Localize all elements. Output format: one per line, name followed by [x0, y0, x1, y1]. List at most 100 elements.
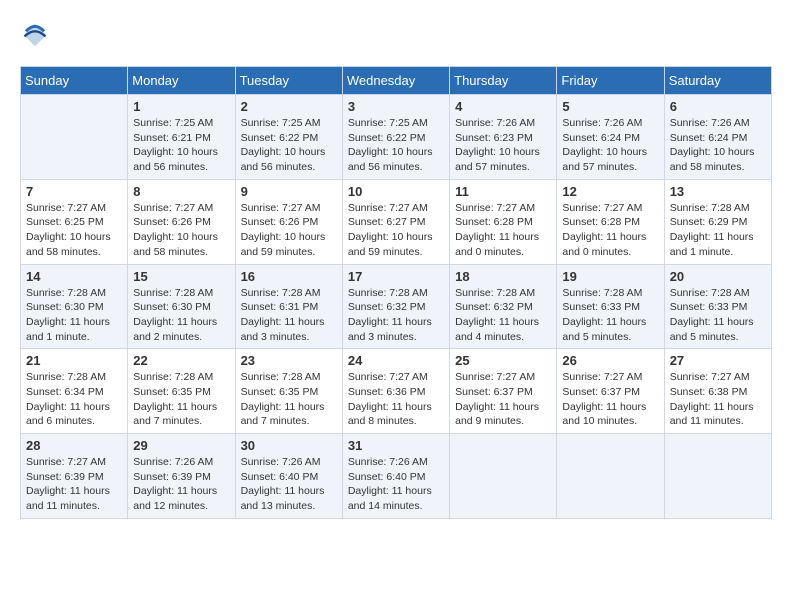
day-number: 13 — [670, 184, 766, 199]
calendar-cell: 4 Sunrise: 7:26 AM Sunset: 6:23 PM Daylig… — [450, 95, 557, 180]
calendar-cell: 27 Sunrise: 7:27 AM Sunset: 6:38 PM Dayli… — [664, 349, 771, 434]
day-number: 17 — [348, 269, 444, 284]
calendar-header: SundayMondayTuesdayWednesdayThursdayFrid… — [21, 67, 772, 95]
day-info: Sunrise: 7:25 AM Sunset: 6:22 PM Dayligh… — [241, 116, 337, 175]
day-number: 18 — [455, 269, 551, 284]
calendar-cell — [557, 434, 664, 519]
calendar-cell: 17 Sunrise: 7:28 AM Sunset: 6:32 PM Dayli… — [342, 264, 449, 349]
day-number: 19 — [562, 269, 658, 284]
day-number: 20 — [670, 269, 766, 284]
day-info: Sunrise: 7:26 AM Sunset: 6:24 PM Dayligh… — [670, 116, 766, 175]
day-number: 1 — [133, 99, 229, 114]
day-info: Sunrise: 7:27 AM Sunset: 6:28 PM Dayligh… — [455, 201, 551, 260]
calendar-cell: 30 Sunrise: 7:26 AM Sunset: 6:40 PM Dayli… — [235, 434, 342, 519]
day-info: Sunrise: 7:27 AM Sunset: 6:39 PM Dayligh… — [26, 455, 122, 514]
day-info: Sunrise: 7:28 AM Sunset: 6:32 PM Dayligh… — [455, 286, 551, 345]
day-number: 23 — [241, 353, 337, 368]
day-info: Sunrise: 7:28 AM Sunset: 6:31 PM Dayligh… — [241, 286, 337, 345]
day-info: Sunrise: 7:28 AM Sunset: 6:29 PM Dayligh… — [670, 201, 766, 260]
day-number: 27 — [670, 353, 766, 368]
week-row-4: 21Sunrise: 7:28 AM Sunset: 6:34 PM Dayli… — [21, 349, 772, 434]
header-day-sunday: Sunday — [21, 67, 128, 95]
calendar-cell: 20 Sunrise: 7:28 AM Sunset: 6:33 PM Dayli… — [664, 264, 771, 349]
day-number: 6 — [670, 99, 766, 114]
header-day-friday: Friday — [557, 67, 664, 95]
calendar-cell: 12Sunrise: 7:27 AM Sunset: 6:28 PM Dayli… — [557, 179, 664, 264]
day-number: 15 — [133, 269, 229, 284]
week-row-3: 14 Sunrise: 7:28 AM Sunset: 6:30 PM Dayli… — [21, 264, 772, 349]
day-number: 10 — [348, 184, 444, 199]
logo — [20, 20, 52, 50]
day-info: Sunrise: 7:28 AM Sunset: 6:33 PM Dayligh… — [562, 286, 658, 345]
calendar-cell — [450, 434, 557, 519]
week-row-2: 7 Sunrise: 7:27 AM Sunset: 6:25 PM Daylig… — [21, 179, 772, 264]
calendar-cell — [21, 95, 128, 180]
calendar-cell: 6 Sunrise: 7:26 AM Sunset: 6:24 PM Daylig… — [664, 95, 771, 180]
day-number: 26 — [562, 353, 658, 368]
day-number: 22 — [133, 353, 229, 368]
day-number: 8 — [133, 184, 229, 199]
week-row-5: 28 Sunrise: 7:27 AM Sunset: 6:39 PM Dayli… — [21, 434, 772, 519]
calendar-cell: 9 Sunrise: 7:27 AM Sunset: 6:26 PM Daylig… — [235, 179, 342, 264]
calendar-cell: 1Sunrise: 7:25 AM Sunset: 6:21 PM Daylig… — [128, 95, 235, 180]
page-header — [20, 20, 772, 50]
calendar-cell: 3 Sunrise: 7:25 AM Sunset: 6:22 PM Daylig… — [342, 95, 449, 180]
day-info: Sunrise: 7:28 AM Sunset: 6:30 PM Dayligh… — [133, 286, 229, 345]
calendar-table: SundayMondayTuesdayWednesdayThursdayFrid… — [20, 66, 772, 519]
day-number: 29 — [133, 438, 229, 453]
day-info: Sunrise: 7:28 AM Sunset: 6:35 PM Dayligh… — [241, 370, 337, 429]
day-number: 30 — [241, 438, 337, 453]
day-info: Sunrise: 7:27 AM Sunset: 6:38 PM Dayligh… — [670, 370, 766, 429]
day-info: Sunrise: 7:26 AM Sunset: 6:39 PM Dayligh… — [133, 455, 229, 514]
calendar-cell: 21Sunrise: 7:28 AM Sunset: 6:34 PM Dayli… — [21, 349, 128, 434]
day-number: 7 — [26, 184, 122, 199]
header-day-tuesday: Tuesday — [235, 67, 342, 95]
day-info: Sunrise: 7:25 AM Sunset: 6:22 PM Dayligh… — [348, 116, 444, 175]
calendar-cell: 19 Sunrise: 7:28 AM Sunset: 6:33 PM Dayli… — [557, 264, 664, 349]
day-number: 31 — [348, 438, 444, 453]
day-info: Sunrise: 7:26 AM Sunset: 6:23 PM Dayligh… — [455, 116, 551, 175]
day-info: Sunrise: 7:26 AM Sunset: 6:40 PM Dayligh… — [241, 455, 337, 514]
day-number: 16 — [241, 269, 337, 284]
day-info: Sunrise: 7:27 AM Sunset: 6:36 PM Dayligh… — [348, 370, 444, 429]
day-number: 9 — [241, 184, 337, 199]
day-number: 28 — [26, 438, 122, 453]
logo-icon — [20, 20, 50, 50]
day-info: Sunrise: 7:27 AM Sunset: 6:37 PM Dayligh… — [455, 370, 551, 429]
header-day-monday: Monday — [128, 67, 235, 95]
calendar-cell: 7 Sunrise: 7:27 AM Sunset: 6:25 PM Daylig… — [21, 179, 128, 264]
header-day-wednesday: Wednesday — [342, 67, 449, 95]
day-info: Sunrise: 7:28 AM Sunset: 6:35 PM Dayligh… — [133, 370, 229, 429]
calendar-cell: 25Sunrise: 7:27 AM Sunset: 6:37 PM Dayli… — [450, 349, 557, 434]
calendar-body: 1Sunrise: 7:25 AM Sunset: 6:21 PM Daylig… — [21, 95, 772, 519]
day-info: Sunrise: 7:28 AM Sunset: 6:30 PM Dayligh… — [26, 286, 122, 345]
calendar-cell: 2Sunrise: 7:25 AM Sunset: 6:22 PM Daylig… — [235, 95, 342, 180]
calendar-cell: 5 Sunrise: 7:26 AM Sunset: 6:24 PM Daylig… — [557, 95, 664, 180]
day-number: 24 — [348, 353, 444, 368]
day-info: Sunrise: 7:27 AM Sunset: 6:26 PM Dayligh… — [241, 201, 337, 260]
day-info: Sunrise: 7:26 AM Sunset: 6:24 PM Dayligh… — [562, 116, 658, 175]
calendar-cell: 8Sunrise: 7:27 AM Sunset: 6:26 PM Daylig… — [128, 179, 235, 264]
header-day-thursday: Thursday — [450, 67, 557, 95]
calendar-cell: 11 Sunrise: 7:27 AM Sunset: 6:28 PM Dayli… — [450, 179, 557, 264]
day-info: Sunrise: 7:27 AM Sunset: 6:25 PM Dayligh… — [26, 201, 122, 260]
day-number: 11 — [455, 184, 551, 199]
calendar-cell: 15 Sunrise: 7:28 AM Sunset: 6:30 PM Dayli… — [128, 264, 235, 349]
day-info: Sunrise: 7:27 AM Sunset: 6:27 PM Dayligh… — [348, 201, 444, 260]
calendar-cell: 24 Sunrise: 7:27 AM Sunset: 6:36 PM Dayli… — [342, 349, 449, 434]
day-info: Sunrise: 7:27 AM Sunset: 6:37 PM Dayligh… — [562, 370, 658, 429]
day-number: 5 — [562, 99, 658, 114]
calendar-cell: 29 Sunrise: 7:26 AM Sunset: 6:39 PM Dayli… — [128, 434, 235, 519]
day-info: Sunrise: 7:28 AM Sunset: 6:32 PM Dayligh… — [348, 286, 444, 345]
day-number: 4 — [455, 99, 551, 114]
header-day-saturday: Saturday — [664, 67, 771, 95]
calendar-cell: 26 Sunrise: 7:27 AM Sunset: 6:37 PM Dayli… — [557, 349, 664, 434]
day-number: 12 — [562, 184, 658, 199]
calendar-cell: 18 Sunrise: 7:28 AM Sunset: 6:32 PM Dayli… — [450, 264, 557, 349]
day-number: 3 — [348, 99, 444, 114]
calendar-cell: 10 Sunrise: 7:27 AM Sunset: 6:27 PM Dayli… — [342, 179, 449, 264]
header-row: SundayMondayTuesdayWednesdayThursdayFrid… — [21, 67, 772, 95]
calendar-cell: 28 Sunrise: 7:27 AM Sunset: 6:39 PM Dayli… — [21, 434, 128, 519]
day-info: Sunrise: 7:28 AM Sunset: 6:33 PM Dayligh… — [670, 286, 766, 345]
day-number: 14 — [26, 269, 122, 284]
